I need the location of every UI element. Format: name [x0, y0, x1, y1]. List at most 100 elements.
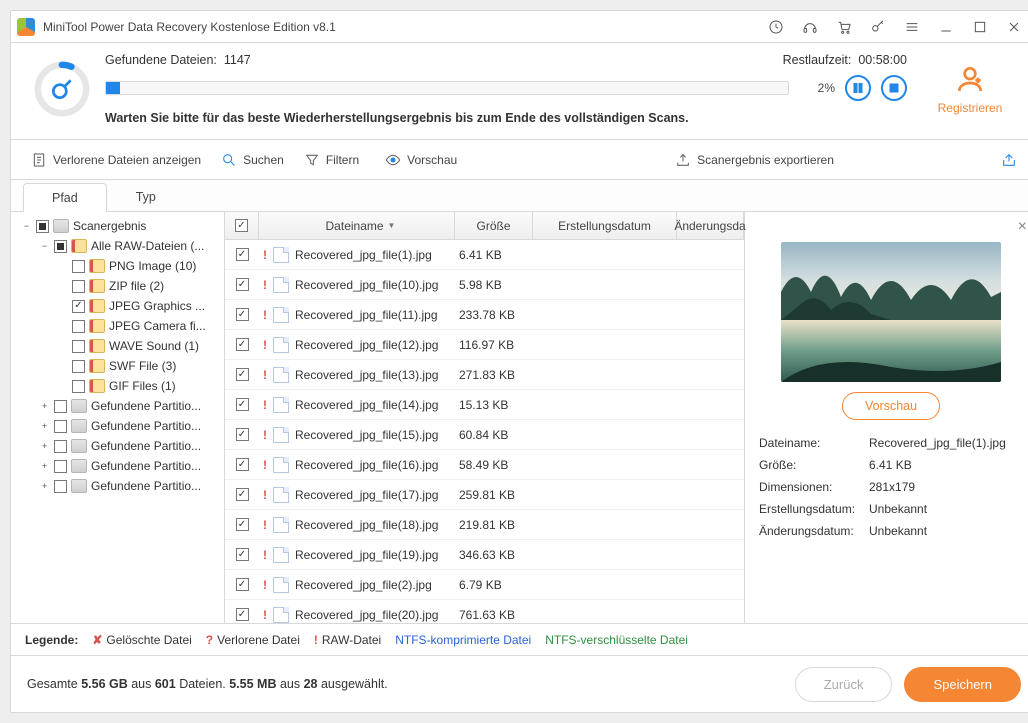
column-header-select[interactable] — [225, 212, 259, 239]
tree-checkbox[interactable] — [54, 440, 67, 453]
expand-toggle-icon[interactable]: + — [39, 441, 50, 452]
save-button[interactable]: Speichern — [904, 667, 1021, 702]
close-button[interactable] — [997, 11, 1028, 43]
tree-item[interactable]: −Scanergebnis — [11, 216, 224, 236]
row-checkbox[interactable] — [236, 518, 249, 531]
tree-checkbox[interactable] — [72, 320, 85, 333]
back-button[interactable]: Zurück — [795, 667, 893, 702]
tree-checkbox[interactable] — [72, 280, 85, 293]
table-row[interactable]: !Recovered_jpg_file(14).jpg15.13 KB — [225, 390, 744, 420]
row-checkbox[interactable] — [236, 338, 249, 351]
row-checkbox[interactable] — [236, 488, 249, 501]
titlebar-support-icon[interactable] — [793, 11, 827, 43]
row-checkbox[interactable] — [236, 458, 249, 471]
tree-item[interactable]: +PNG Image (10) — [11, 256, 224, 276]
maximize-button[interactable] — [963, 11, 997, 43]
table-row[interactable]: !Recovered_jpg_file(16).jpg58.49 KB — [225, 450, 744, 480]
column-header-name[interactable]: Dateiname▼ — [259, 212, 455, 239]
tree-checkbox[interactable] — [72, 260, 85, 273]
tree-item[interactable]: +WAVE Sound (1) — [11, 336, 224, 356]
row-checkbox[interactable] — [236, 278, 249, 291]
tree-checkbox[interactable] — [72, 300, 85, 313]
expand-toggle-icon[interactable]: + — [39, 401, 50, 412]
tree-item[interactable]: +Gefundene Partitio... — [11, 436, 224, 456]
column-header-modified[interactable]: Änderungsda — [677, 212, 744, 239]
tree-item[interactable]: +Gefundene Partitio... — [11, 476, 224, 496]
table-row[interactable]: !Recovered_jpg_file(17).jpg259.81 KB — [225, 480, 744, 510]
export-result-button[interactable]: Scanergebnis exportieren — [667, 147, 842, 173]
tree-item[interactable]: +JPEG Camera fi... — [11, 316, 224, 336]
tree-checkbox[interactable] — [54, 480, 67, 493]
titlebar-menu-icon[interactable] — [895, 11, 929, 43]
row-checkbox[interactable] — [236, 578, 249, 591]
table-row[interactable]: !Recovered_jpg_file(18).jpg219.81 KB — [225, 510, 744, 540]
table-body[interactable]: !Recovered_jpg_file(1).jpg6.41 KB!Recove… — [225, 240, 744, 623]
tree-checkbox[interactable] — [54, 420, 67, 433]
tree-item[interactable]: +SWF File (3) — [11, 356, 224, 376]
tree-item[interactable]: +JPEG Graphics ... — [11, 296, 224, 316]
tab-path[interactable]: Pfad — [23, 183, 107, 212]
titlebar-cart-icon[interactable] — [827, 11, 861, 43]
table-row[interactable]: !Recovered_jpg_file(11).jpg233.78 KB — [225, 300, 744, 330]
column-header-size[interactable]: Größe — [455, 212, 533, 239]
tree-item[interactable]: +ZIP file (2) — [11, 276, 224, 296]
table-row[interactable]: !Recovered_jpg_file(10).jpg5.98 KB — [225, 270, 744, 300]
folder-tree[interactable]: −Scanergebnis−Alle RAW-Dateien (...+PNG … — [11, 212, 225, 623]
search-button[interactable]: Suchen — [213, 147, 292, 173]
raw-marker-icon: ! — [261, 428, 269, 442]
table-row[interactable]: !Recovered_jpg_file(1).jpg6.41 KB — [225, 240, 744, 270]
legend-ntfs-encrypted: NTFS-verschlüsselte Datei — [545, 633, 688, 647]
minimize-button[interactable] — [929, 11, 963, 43]
tree-item[interactable]: −Alle RAW-Dateien (... — [11, 236, 224, 256]
expand-toggle-icon[interactable]: + — [39, 461, 50, 472]
eye-icon — [385, 152, 401, 168]
tree-item[interactable]: +GIF Files (1) — [11, 376, 224, 396]
expand-toggle-icon[interactable]: + — [39, 481, 50, 492]
row-checkbox[interactable] — [236, 608, 249, 621]
table-row[interactable]: !Recovered_jpg_file(13).jpg271.83 KB — [225, 360, 744, 390]
tree-checkbox[interactable] — [54, 400, 67, 413]
tab-type[interactable]: Typ — [107, 182, 185, 211]
file-name: Recovered_jpg_file(13).jpg — [295, 368, 438, 382]
expand-toggle-icon[interactable]: − — [21, 221, 32, 232]
file-name: Recovered_jpg_file(20).jpg — [295, 608, 438, 622]
column-header-created[interactable]: Erstellungsdatum — [533, 212, 677, 239]
row-checkbox[interactable] — [236, 428, 249, 441]
tree-item[interactable]: +Gefundene Partitio... — [11, 416, 224, 436]
scan-progress-bar — [105, 81, 789, 95]
file-name: Recovered_jpg_file(16).jpg — [295, 458, 438, 472]
preview-button[interactable]: Vorschau — [371, 142, 663, 178]
expand-toggle-icon[interactable]: + — [39, 421, 50, 432]
filter-button[interactable]: Filtern — [296, 147, 367, 173]
open-preview-button[interactable]: Vorschau — [842, 392, 940, 420]
show-lost-files-button[interactable]: Verlorene Dateien anzeigen — [23, 147, 209, 173]
table-row[interactable]: !Recovered_jpg_file(15).jpg60.84 KB — [225, 420, 744, 450]
table-row[interactable]: !Recovered_jpg_file(20).jpg761.63 KB — [225, 600, 744, 623]
row-checkbox[interactable] — [236, 248, 249, 261]
titlebar-key-icon[interactable] — [861, 11, 895, 43]
tree-checkbox[interactable] — [72, 360, 85, 373]
table-row[interactable]: !Recovered_jpg_file(12).jpg116.97 KB — [225, 330, 744, 360]
pause-scan-button[interactable] — [845, 75, 871, 101]
row-checkbox[interactable] — [236, 368, 249, 381]
close-preview-button[interactable]: × — [1018, 218, 1027, 236]
tree-item[interactable]: +Gefundene Partitio... — [11, 456, 224, 476]
tree-checkbox[interactable] — [36, 220, 49, 233]
table-row[interactable]: !Recovered_jpg_file(2).jpg6.79 KB — [225, 570, 744, 600]
register-button[interactable]: Registrieren — [921, 63, 1019, 115]
scan-percent: 2% — [799, 81, 835, 95]
tree-checkbox[interactable] — [54, 240, 67, 253]
row-checkbox[interactable] — [236, 548, 249, 561]
expand-toggle-icon[interactable]: − — [39, 241, 50, 252]
stop-scan-button[interactable] — [881, 75, 907, 101]
titlebar-update-icon[interactable] — [759, 11, 793, 43]
tree-checkbox[interactable] — [72, 340, 85, 353]
tree-item[interactable]: +Gefundene Partitio... — [11, 396, 224, 416]
row-checkbox[interactable] — [236, 398, 249, 411]
select-all-checkbox[interactable] — [235, 219, 248, 232]
table-row[interactable]: !Recovered_jpg_file(19).jpg346.63 KB — [225, 540, 744, 570]
row-checkbox[interactable] — [236, 308, 249, 321]
tree-checkbox[interactable] — [72, 380, 85, 393]
tree-checkbox[interactable] — [54, 460, 67, 473]
share-button[interactable] — [993, 147, 1025, 173]
